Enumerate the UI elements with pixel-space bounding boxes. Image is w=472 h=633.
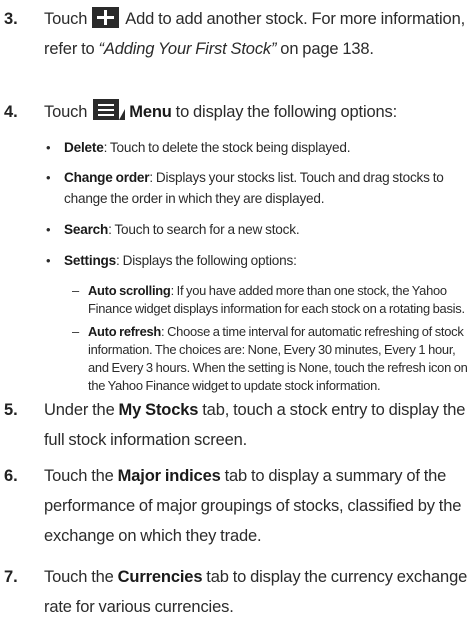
step-number: 3. — [4, 10, 18, 28]
step-number: 4. — [4, 103, 18, 121]
step-text: Touch the Major indices tab to display a… — [44, 467, 462, 545]
step-number: 7. — [4, 568, 18, 586]
cross-reference: “Adding Your First Stock” — [98, 40, 277, 58]
manual-page: 3. Touch Add to add another stock. For m… — [0, 0, 472, 633]
step-text: Touch Add to add another stock. For more… — [44, 4, 468, 64]
step-text: Touch Menu to display the following opti… — [44, 97, 468, 127]
menu-label: Menu — [129, 103, 172, 121]
menu-icon — [93, 99, 126, 122]
step-text: Under the My Stocks tab, touch a stock e… — [44, 401, 466, 449]
step-number: 5. — [4, 401, 18, 419]
tab-name: My Stocks — [118, 401, 199, 419]
tab-name: Currencies — [117, 568, 203, 586]
tab-name: Major indices — [117, 467, 221, 485]
step-text: Touch the Currencies tab to display the … — [44, 568, 468, 616]
plus-icon — [92, 7, 120, 28]
step-number: 6. — [4, 467, 18, 485]
